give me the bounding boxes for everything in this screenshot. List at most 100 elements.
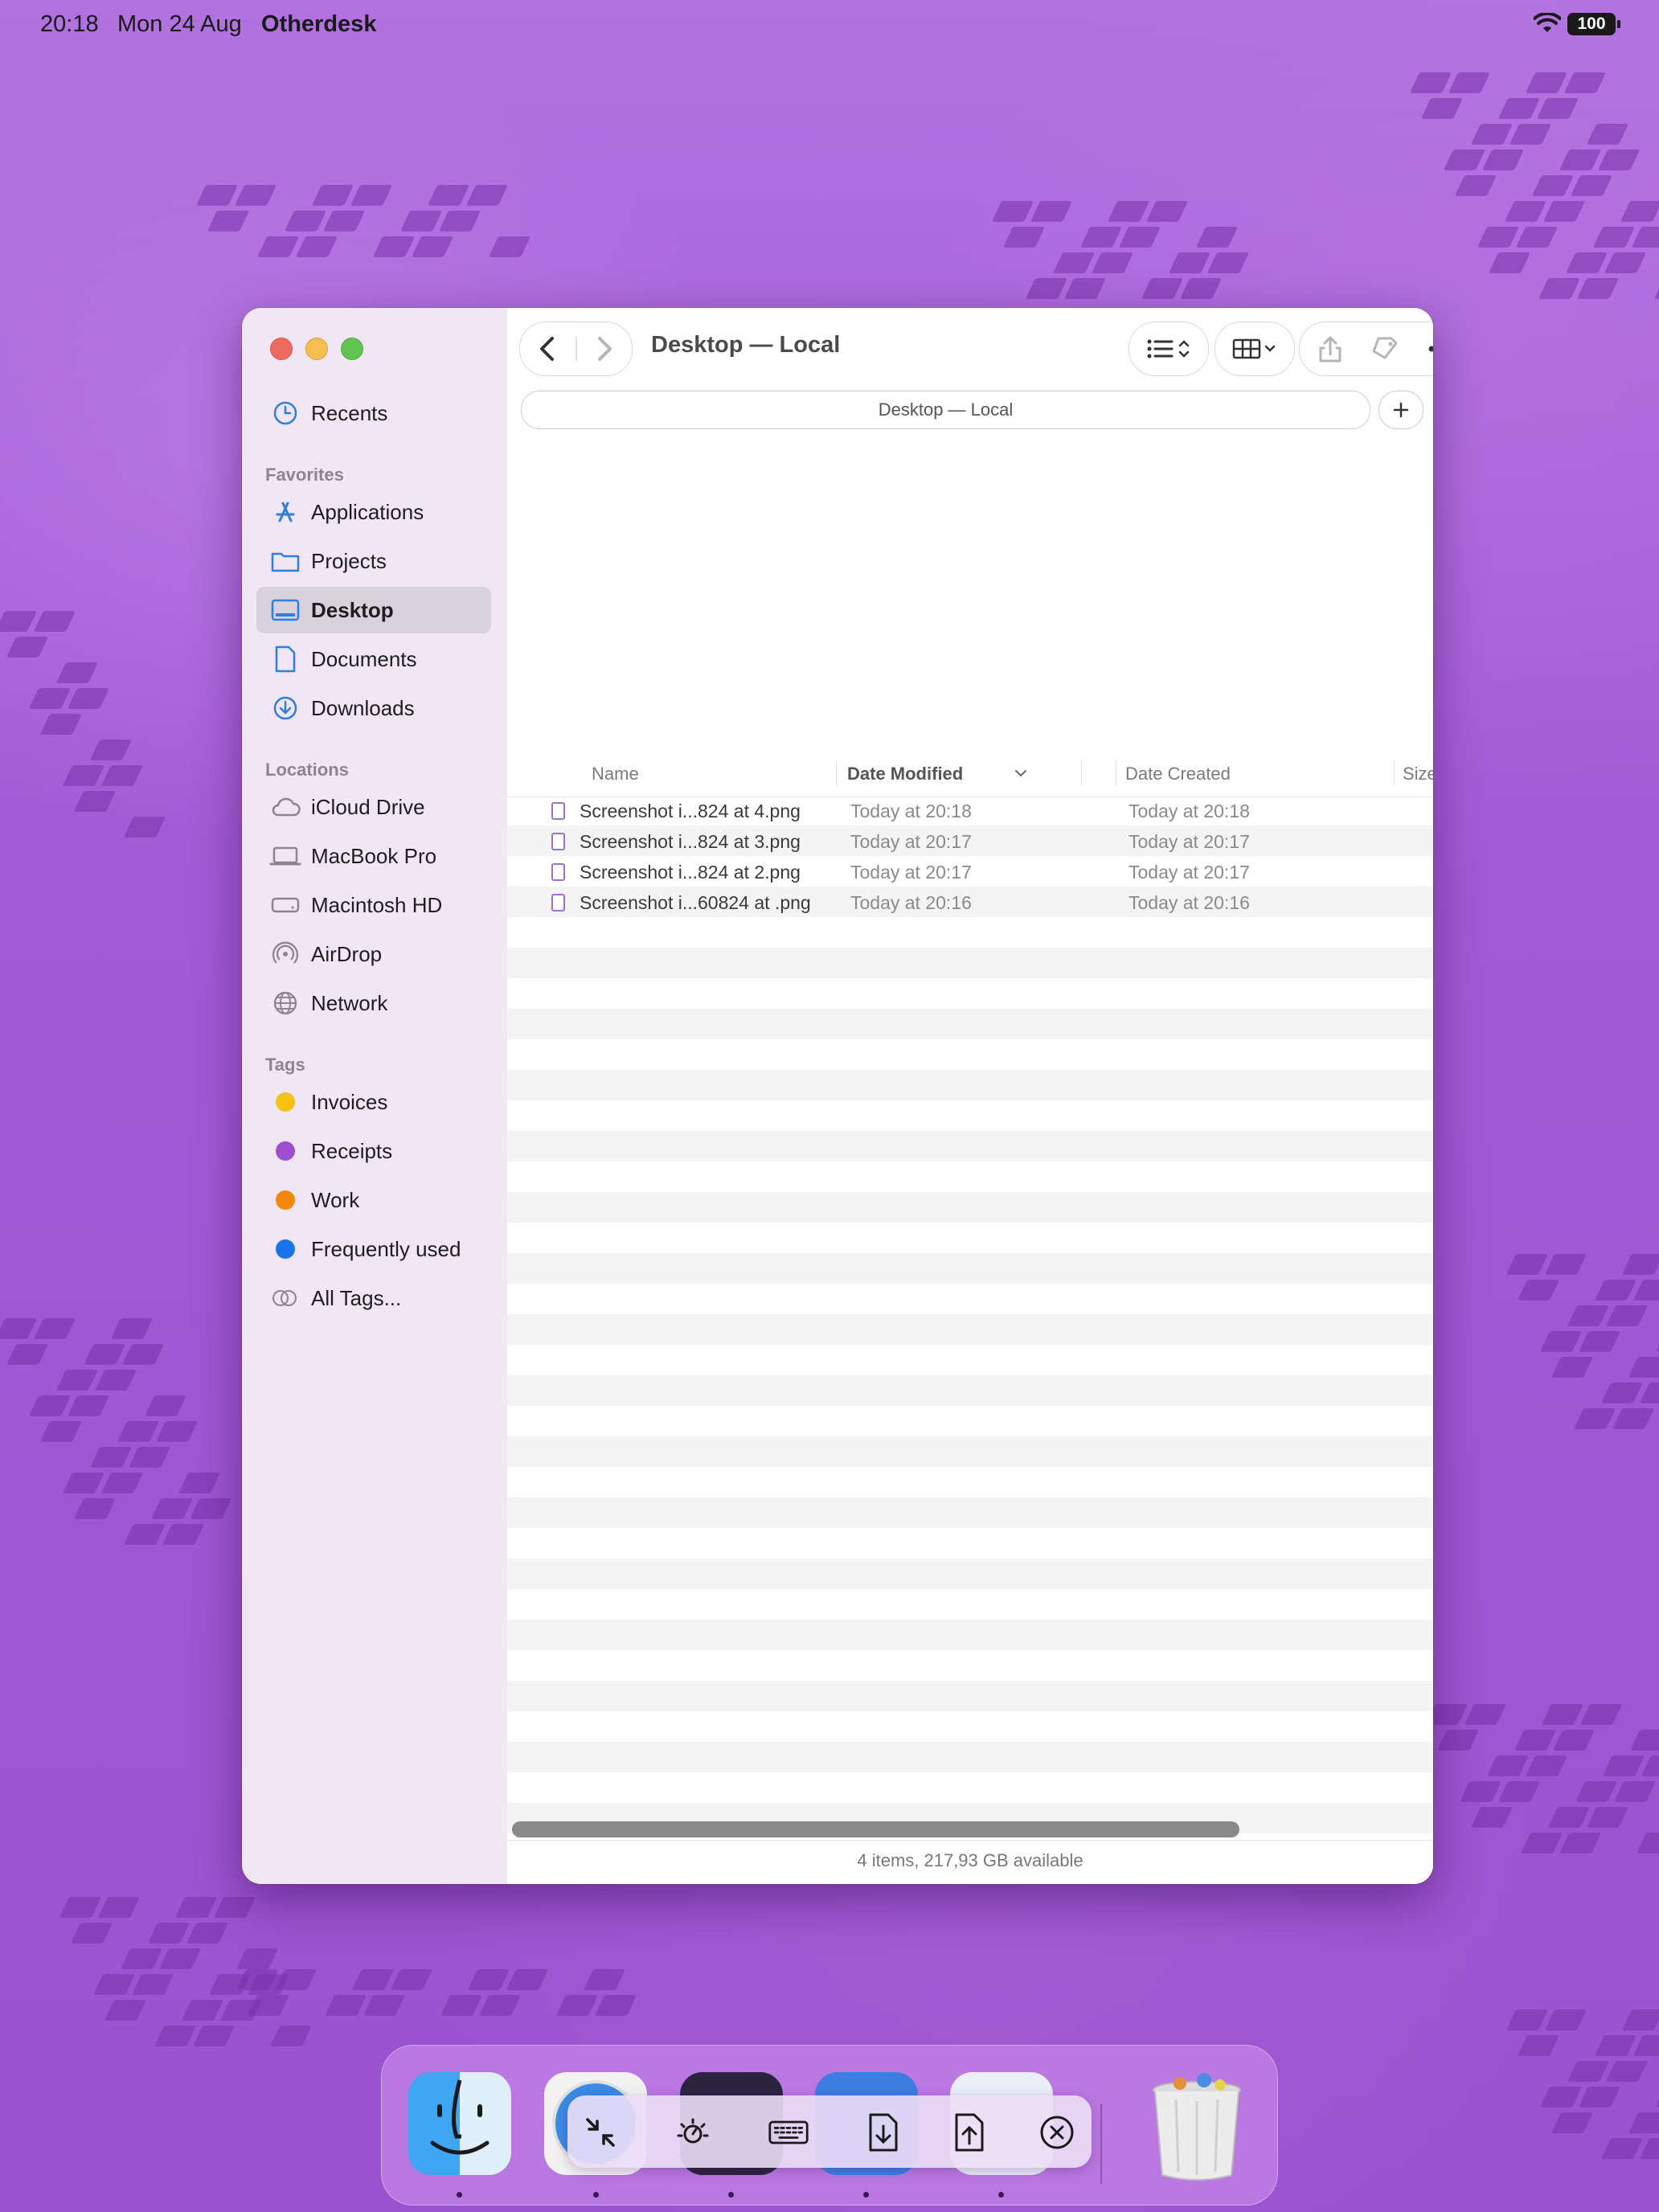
locations-header: Locations [265,760,349,780]
wallpaper-tile [1063,278,1107,299]
table-row[interactable]: Screenshot i...824 at 4.png Today at 20:… [507,795,1433,825]
grid-icon [1232,338,1276,359]
sidebar-item-label: Invoices [311,1089,388,1114]
sidebar-item-documents[interactable]: Documents [256,636,491,682]
wallpaper-tile [583,1969,626,1990]
close-circle-icon[interactable] [1036,2112,1078,2153]
empty-row [507,1742,1433,1772]
sidebar-item-all-tags[interactable]: All Tags... [256,1275,491,1321]
upload-file-icon[interactable] [948,2112,990,2153]
empty-row [507,917,1433,948]
empty-row [507,1131,1433,1161]
wallpaper-tile [1631,227,1659,248]
wallpaper-tile [1539,1331,1583,1352]
sidebar-item-recents[interactable]: Recents [256,390,491,436]
wallpaper-tile [1536,98,1579,119]
wallpaper-tile [427,185,470,206]
wallpaper-tile [1639,2138,1659,2159]
wallpaper-tile [1605,1305,1649,1326]
wallpaper-tile [73,791,117,812]
list-view-button[interactable] [1129,322,1209,376]
wallpaper-tile [1592,227,1636,248]
collapse-icon[interactable] [580,2112,621,2153]
group-view-button[interactable] [1215,322,1295,376]
wallpaper-tile [1168,252,1211,273]
wallpaper-tile [1141,278,1184,299]
sidebar-item-network[interactable]: Network [256,980,491,1026]
table-row[interactable]: Screenshot i...824 at 3.png Today at 20:… [507,825,1433,856]
wallpaper-tile [1505,1254,1549,1275]
wallpaper-tile [1091,252,1134,273]
wallpaper-tile [192,2026,236,2046]
trash-icon[interactable] [1148,2072,1246,2181]
running-indicator [457,2192,462,2198]
wallpaper-tile [1477,227,1520,248]
status-app-name[interactable]: Otherdesk [261,11,376,38]
wallpaper-tile [1517,1280,1560,1301]
wallpaper-tile [67,1395,110,1416]
tags-header: Tags [265,1055,305,1075]
wallpaper-tile [555,1995,599,2016]
file-date-modified: Today at 20:17 [850,831,972,852]
wallpaper-tile [399,211,443,231]
wallpaper-tile [1409,72,1452,93]
close-window-button[interactable] [270,338,293,360]
wallpaper-tile [1578,1331,1621,1352]
sidebar-item-icloud-drive[interactable]: iCloud Drive [256,784,491,830]
back-forward-icons [540,337,612,361]
wallpaper-tile [1570,175,1613,196]
table-row[interactable]: Screenshot i...60824 at .png Today at 20… [507,887,1433,917]
image-file-icon [551,833,565,850]
wallpaper-tile [144,1395,187,1416]
sidebar-item-tag-work[interactable]: Work [256,1177,491,1223]
sidebar-item-desktop[interactable]: Desktop [256,587,491,633]
wallpaper-tile [1525,1755,1568,1776]
wallpaper-tile [123,1524,166,1545]
download-file-icon[interactable] [862,2112,904,2153]
wallpaper-tile [1052,252,1096,273]
sidebar-item-downloads[interactable]: Downloads [256,685,491,731]
status-line: 4 items, 217,93 GB available [507,1840,1433,1881]
wallpaper-tile [1206,252,1250,273]
dock-divider [1100,2103,1102,2184]
sidebar-item-label: Projects [311,548,387,573]
all-tags-icon [269,1282,301,1314]
sidebar-item-macintosh-hd[interactable]: Macintosh HD [256,882,491,928]
sidebar-item-tag-invoices[interactable]: Invoices [256,1079,491,1125]
sidebar-item-airdrop[interactable]: AirDrop [256,931,491,977]
image-file-icon [551,802,565,820]
add-tab-button[interactable] [1378,391,1423,429]
sidebar-item-applications[interactable]: Applications [256,489,491,535]
wallpaper-tile [274,1969,317,1990]
sidebar-item-tag-receipts[interactable]: Receipts [256,1128,491,1174]
wallpaper-tile [1586,1807,1629,1828]
table-row[interactable]: Screenshot i...824 at 2.png Today at 20:… [507,856,1433,887]
image-file-icon [551,894,565,911]
sidebar-item-label: AirDrop [311,941,383,966]
sidebar-item-label: Network [311,990,388,1015]
zoom-window-button[interactable] [341,338,363,360]
wallpaper-tile [1605,2061,1649,2082]
sidebar-item-tag-frequently-used[interactable]: Frequently used [256,1226,491,1272]
wallpaper-tile [1600,1382,1644,1403]
wallpaper-tile [70,1923,113,1944]
wallpaper-tile [39,714,83,735]
finder-icon[interactable] [408,2072,511,2175]
keyboard-icon[interactable] [768,2112,809,2153]
sidebar-item-label: All Tags... [311,1285,402,1310]
downloads-icon [269,692,301,724]
sidebar-item-macbook-pro[interactable]: MacBook Pro [256,833,491,879]
wallpaper-tile [120,1948,163,1969]
wallpaper-tile [62,765,105,786]
sidebar-item-projects[interactable]: Projects [256,538,491,584]
wallpaper-tile [104,2000,147,2021]
file-date-created: Today at 20:17 [1129,831,1250,852]
path-bar[interactable]: Desktop — Local [521,391,1370,429]
file-name: Screenshot i...60824 at .png [580,892,811,913]
brightness-icon[interactable] [672,2112,714,2153]
wallpaper-tile [94,1370,137,1391]
desktop-icon [269,594,301,626]
horizontal-scrollbar[interactable] [512,1821,1239,1837]
wallpaper-tile [269,2026,313,2046]
minimize-window-button[interactable] [305,338,328,360]
